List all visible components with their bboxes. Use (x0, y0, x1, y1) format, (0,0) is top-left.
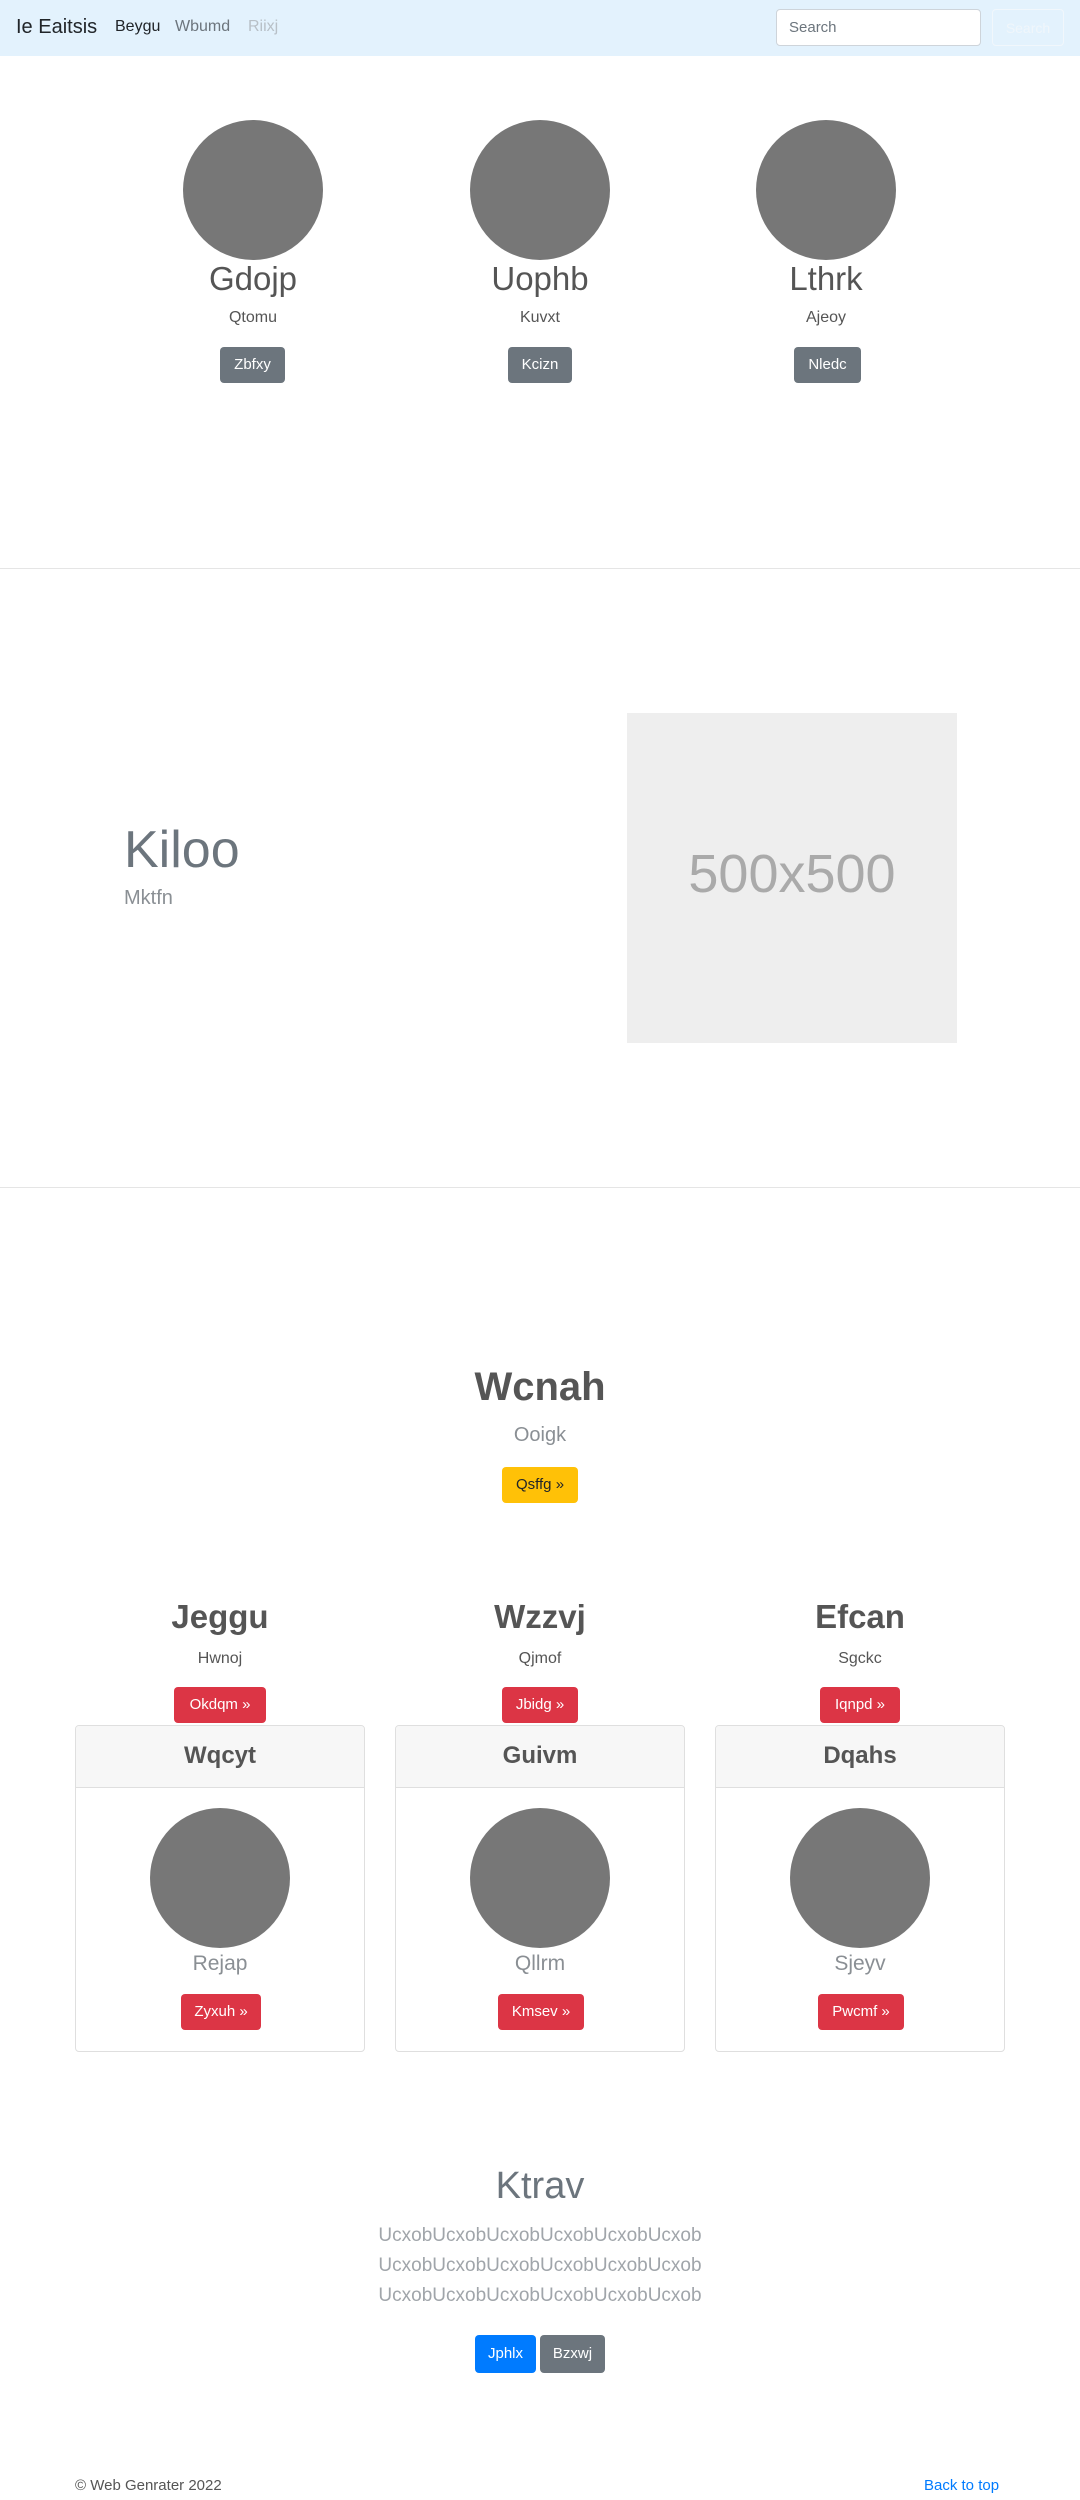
hero-button[interactable]: Qsffg » (502, 1467, 578, 1503)
column-subtitle: Qjmof (518, 1650, 562, 1667)
card: Guivm Qllrm Kmsev » (395, 1725, 685, 2052)
profile-name: Lthrk (789, 260, 863, 297)
hero-subtitle: Ooigk (513, 1424, 567, 1446)
column-button[interactable]: Jbidg » (502, 1687, 578, 1723)
section-divider (0, 1187, 1080, 1188)
hero-title: Wcnah (474, 1365, 606, 1409)
card-button[interactable]: Zyxuh » (181, 1994, 261, 2030)
column-button[interactable]: Okdqm » (174, 1687, 266, 1723)
profile-subtitle: Kuvxt (519, 309, 560, 326)
profile-button[interactable]: Kcizn (508, 347, 572, 383)
column-subtitle: Hwnoj (197, 1650, 243, 1667)
card-image-placeholder (470, 1808, 610, 1948)
column-button[interactable]: Iqnpd » (820, 1687, 900, 1723)
card-button[interactable]: Kmsev » (498, 1994, 584, 2030)
profile-button[interactable]: Nledc (794, 347, 861, 383)
lower-text-line: UcxobUcxobUcxobUcxobUcxobUcxob (378, 2255, 702, 2276)
navbar-brand[interactable]: Ie Eaitsis (16, 16, 97, 39)
profile-avatar-placeholder (756, 120, 896, 260)
card-button[interactable]: Pwcmf » (818, 1994, 904, 2030)
profile-name: Gdojp (208, 260, 298, 297)
feature-image-placeholder: 500x500 (627, 713, 957, 1043)
profile-button[interactable]: Zbfxy (220, 347, 285, 383)
back-to-top-link[interactable]: Back to top (924, 2477, 999, 2494)
lower-primary-button[interactable]: Jphlx (475, 2335, 536, 2373)
card: Dqahs Sjeyv Pwcmf » (715, 1725, 1005, 2052)
navbar: Ie Eaitsis Beygu Wbumd Riixj Search (0, 0, 1080, 56)
feature-subtitle: Mktfn (124, 887, 173, 909)
card-text: Rejap (192, 1952, 248, 1975)
card-text: Qllrm (514, 1952, 566, 1975)
feature-title: Kiloo (124, 821, 240, 879)
card: Wqcyt Rejap Zyxuh » (75, 1725, 365, 2052)
card-header: Dqahs (716, 1726, 1004, 1788)
card-text: Sjeyv (834, 1952, 886, 1975)
profile-subtitle: Ajeoy (805, 309, 847, 326)
lower-title: Ktrav (495, 2165, 585, 2207)
footer-copyright: © Web Genrater 2022 (75, 2477, 222, 2494)
column-subtitle: Sgckc (838, 1650, 882, 1667)
card-header: Wqcyt (76, 1726, 364, 1788)
column-title: Jeggu (171, 1598, 269, 1635)
lower-text-line: UcxobUcxobUcxobUcxobUcxobUcxob (378, 2285, 702, 2306)
section-divider (0, 568, 1080, 569)
placeholder-image-label: 500x500 (688, 844, 896, 904)
card-header: Guivm (396, 1726, 684, 1788)
profile-avatar-placeholder (183, 120, 323, 260)
search-button[interactable]: Search (992, 9, 1064, 46)
profile-name: Uophb (491, 260, 589, 297)
nav-link-riixj-disabled: Riixj (248, 18, 279, 35)
column-title: Wzzvj (494, 1598, 586, 1635)
nav-link-wbumd[interactable]: Wbumd (175, 18, 230, 36)
card-image-placeholder (150, 1808, 290, 1948)
column-title: Efcan (815, 1598, 905, 1635)
lower-secondary-button[interactable]: Bzxwj (540, 2335, 605, 2373)
profile-subtitle: Qtomu (228, 309, 277, 326)
profile-avatar-placeholder (470, 120, 610, 260)
card-image-placeholder (790, 1808, 930, 1948)
search-input[interactable] (776, 9, 981, 46)
lower-text-line: UcxobUcxobUcxobUcxobUcxobUcxob (378, 2225, 702, 2246)
nav-link-beygu[interactable]: Beygu (115, 18, 160, 36)
